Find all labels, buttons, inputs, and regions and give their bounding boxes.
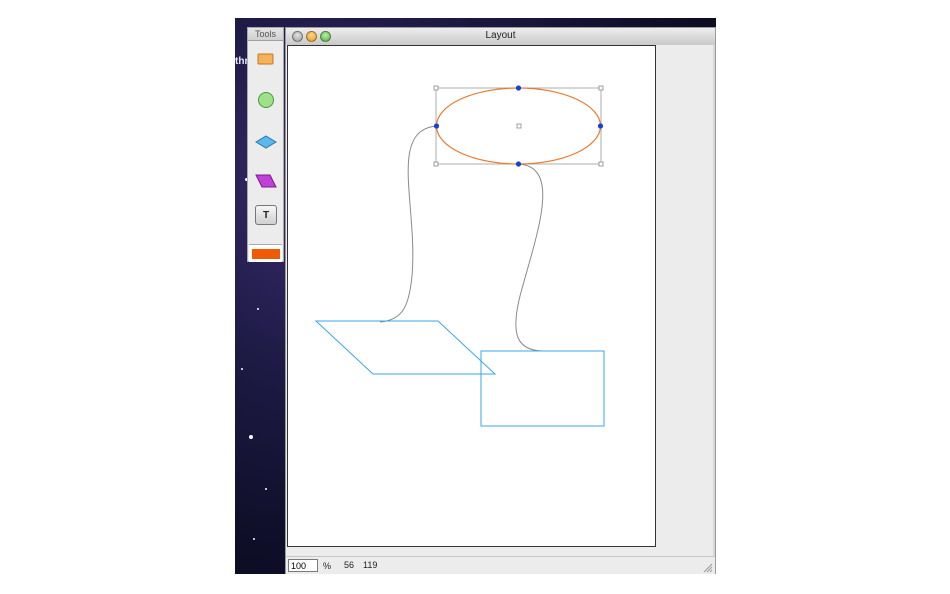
window-title: Layout <box>485 30 516 41</box>
rectangle-shape[interactable] <box>480 350 605 427</box>
connector-ellipse-to-rectangle[interactable] <box>515 163 544 352</box>
ellipse-tool[interactable] <box>252 86 280 114</box>
status-bar: % 56 119 <box>286 556 715 574</box>
cursor-y-readout: 119 <box>363 560 378 570</box>
diamond-icon <box>255 135 277 149</box>
parallelogram-icon <box>255 174 277 188</box>
text-tool[interactable]: T <box>252 201 280 229</box>
parallelogram-tool[interactable] <box>252 167 280 195</box>
tools-palette: Tools T <box>247 27 284 262</box>
connection-point[interactable] <box>433 123 440 129</box>
connection-point[interactable] <box>515 161 522 167</box>
star <box>253 538 255 540</box>
current-color-swatch <box>251 248 280 259</box>
star <box>257 308 259 310</box>
parallelogram-shape[interactable] <box>314 320 497 375</box>
connection-point[interactable] <box>515 85 522 91</box>
vertical-scrollbar[interactable] <box>713 45 715 556</box>
ellipse-icon <box>258 92 274 108</box>
connection-point[interactable] <box>597 123 604 129</box>
connector-ellipse-to-parallelogram[interactable] <box>379 125 437 323</box>
layout-window: Layout 100 % 56 119 <box>285 27 716 574</box>
window-titlebar[interactable]: Layout <box>286 28 715 46</box>
diamond-tool[interactable] <box>252 128 280 156</box>
star <box>249 435 253 439</box>
drawing-canvas[interactable] <box>287 45 656 547</box>
color-well[interactable] <box>249 244 282 262</box>
resize-grip-icon[interactable] <box>703 563 713 573</box>
center-handle[interactable] <box>516 123 522 129</box>
zoom-input[interactable] <box>288 559 318 572</box>
document-scroll-area[interactable] <box>286 45 713 556</box>
rectangle-tool[interactable] <box>252 45 280 73</box>
resize-handle[interactable] <box>598 85 604 91</box>
zoom-unit-label: % <box>323 561 332 571</box>
tools-palette-title: Tools <box>248 28 283 41</box>
rectangle-icon <box>257 53 274 65</box>
diagram-svg <box>314 85 605 427</box>
star <box>241 368 243 370</box>
cursor-x-readout: 56 <box>344 560 355 570</box>
text-icon: T <box>255 205 277 225</box>
star <box>265 488 267 490</box>
resize-handle[interactable] <box>433 85 439 91</box>
resize-handle[interactable] <box>598 161 604 167</box>
resize-handle[interactable] <box>433 161 439 167</box>
